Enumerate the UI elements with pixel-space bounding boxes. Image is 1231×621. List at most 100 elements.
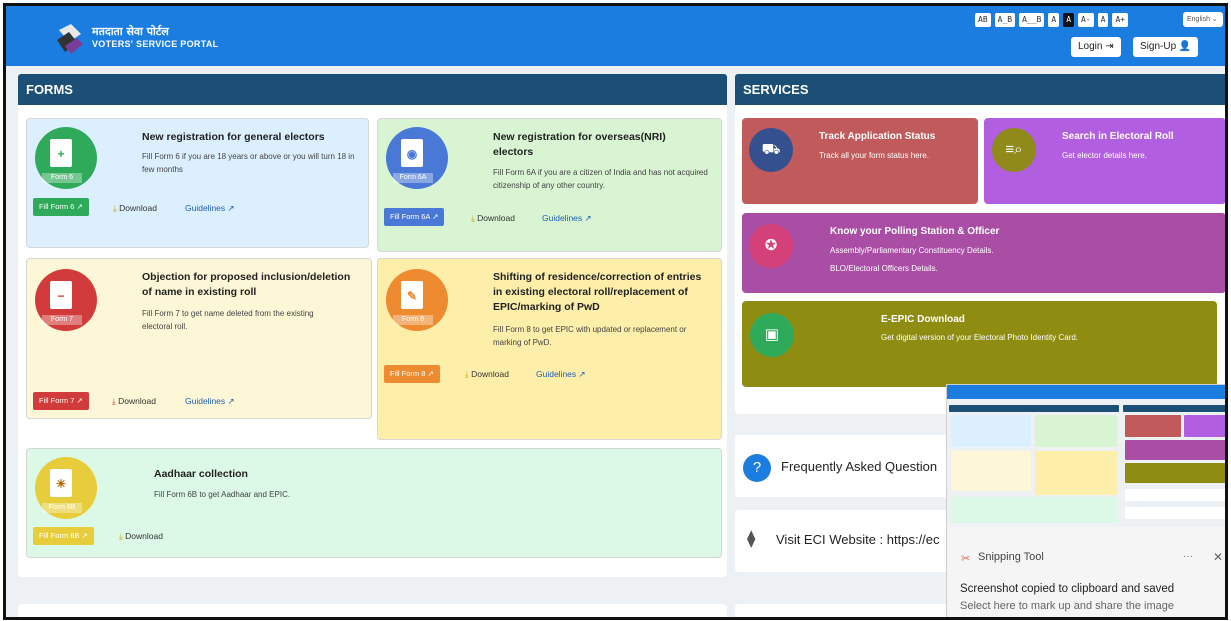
external-link-icon: ↗ xyxy=(578,369,586,379)
fill-form6b-button[interactable]: Fill Form 6B ↗ xyxy=(33,527,94,545)
form6b-download-link[interactable]: ⤓ Download xyxy=(119,531,163,542)
fill-form6-label: Fill Form 6 xyxy=(39,202,75,211)
download-icon: ⤓ xyxy=(465,369,469,379)
track-application-card[interactable]: ⛟ Track Application Status Track all you… xyxy=(742,118,978,204)
eci-logo-icon[interactable] xyxy=(51,20,87,56)
chevron-down-icon: ⌄ xyxy=(1211,16,1218,23)
form6b-download-label: Download xyxy=(125,531,163,541)
fill-form8-label: Fill Form 8 xyxy=(390,369,426,378)
search-list-icon: ≡⌕ xyxy=(992,128,1036,172)
contrast-normal-button[interactable]: A xyxy=(1048,13,1060,27)
fill-form7-button[interactable]: Fill Form 7 ↗ xyxy=(33,392,89,410)
search-roll-title: Search in Electoral Roll xyxy=(1062,131,1174,142)
track-application-desc: Track all your form status here. xyxy=(819,151,929,160)
more-options-button[interactable]: ··· xyxy=(1183,551,1193,562)
form6-guidelines-link[interactable]: Guidelines ↗ xyxy=(185,203,235,214)
form8-card: ✎ Form 8 Shifting of residence/correctio… xyxy=(377,258,722,440)
form6a-guidelines-label: Guidelines xyxy=(542,213,583,223)
snipping-tool-app-name: Snipping Tool xyxy=(978,551,1044,563)
form8-description: Fill Form 8 to get EPIC with updated or … xyxy=(493,325,687,347)
polling-station-title: Know your Polling Station & Officer xyxy=(830,226,1000,237)
form6b-tag: Form 6B xyxy=(42,503,82,513)
form8-guidelines-link[interactable]: Guidelines ↗ xyxy=(536,369,586,380)
polling-station-card[interactable]: ✪ Know your Polling Station & Officer As… xyxy=(742,213,1225,293)
user-plus-icon: 👤 xyxy=(1178,41,1192,52)
form8-guidelines-label: Guidelines xyxy=(536,369,577,379)
remove-user-document-icon: − xyxy=(50,281,72,309)
search-electoral-roll-card[interactable]: ≡⌕ Search in Electoral Roll Get elector … xyxy=(984,118,1225,204)
form6-title: New registration for general electors xyxy=(142,131,325,143)
fill-form6a-button[interactable]: Fill Form 6A ↗ xyxy=(384,208,445,226)
login-button[interactable]: Login ⇥ xyxy=(1071,37,1121,57)
contrast-high-button[interactable]: A xyxy=(1063,13,1075,27)
brand-title-hindi: मतदाता सेवा पोर्टल xyxy=(92,25,169,38)
thumb-card4 xyxy=(1035,451,1117,495)
services-section-title: SERVICES xyxy=(735,74,1225,105)
form7-card: − Form 7 Objection for proposed inclusio… xyxy=(26,258,372,419)
fill-form6b-label: Fill Form 6B xyxy=(39,531,80,540)
form8-title: Shifting of residence/correction of entr… xyxy=(493,271,702,313)
form6-description: Fill Form 6 if you are 18 years or above… xyxy=(142,152,355,174)
thumb-eci xyxy=(1125,507,1225,519)
external-link-icon: ↗ xyxy=(227,396,235,406)
download-icon: ⤓ xyxy=(471,213,475,223)
download-icon: ⤓ xyxy=(113,203,117,213)
thumb-card3 xyxy=(951,451,1031,491)
snipping-tool-icon: ✂ xyxy=(961,553,971,565)
letter-spacing-normal-button[interactable]: AB xyxy=(975,13,991,27)
truck-icon: ⛟ xyxy=(749,128,793,172)
thumb-faq xyxy=(1125,489,1225,501)
form6-download-link[interactable]: ⤓ Download xyxy=(113,203,157,214)
signup-button[interactable]: Sign-Up 👤 xyxy=(1133,37,1199,57)
external-link-icon: ↗ xyxy=(584,213,592,223)
fill-form7-label: Fill Form 7 xyxy=(39,396,75,405)
font-normal-button[interactable]: A xyxy=(1097,13,1109,27)
form7-guidelines-link[interactable]: Guidelines ↗ xyxy=(185,396,235,407)
form7-download-link[interactable]: ⤓ Download xyxy=(112,396,156,407)
shield-star-icon: ✪ xyxy=(749,224,793,268)
form6a-download-label: Download xyxy=(477,213,515,223)
font-increase-button[interactable]: A+ xyxy=(1112,13,1129,27)
thumb-services-bar xyxy=(1123,405,1225,412)
form8-download-label: Download xyxy=(471,369,509,379)
language-select[interactable]: English ⌄ xyxy=(1183,12,1223,27)
accessibility-controls: AB A_B A__B A A A- A A+ xyxy=(975,13,1129,27)
e-epic-title: E-EPIC Download xyxy=(881,314,965,325)
next-service-row xyxy=(735,604,950,617)
form7-badge: − Form 7 xyxy=(35,269,97,331)
thumb-card5 xyxy=(951,497,1117,523)
globe-document-icon: ◉ xyxy=(401,139,423,167)
snipping-tool-message: Screenshot copied to clipboard and saved xyxy=(960,583,1175,595)
form6a-card: ◉ Form 6A New registration for overseas(… xyxy=(377,118,722,252)
top-navbar: मतदाता सेवा पोर्टल VOTERS' SERVICE PORTA… xyxy=(6,6,1225,66)
form6-badge: + Form 6 xyxy=(35,127,97,189)
next-section-panel xyxy=(18,604,727,617)
form7-description: Fill Form 7 to get name deleted from the… xyxy=(142,309,314,331)
font-decrease-button[interactable]: A- xyxy=(1078,13,1094,27)
fill-form8-button[interactable]: Fill Form 8 ↗ xyxy=(384,365,440,383)
form6a-guidelines-link[interactable]: Guidelines ↗ xyxy=(542,213,592,224)
eci-website-link[interactable]: ⧫ Visit ECI Website : https://ec xyxy=(735,510,950,572)
snipping-tool-notification[interactable]: ✂ Snipping Tool ··· ✕ Screenshot copied … xyxy=(946,384,1225,617)
browser-viewport: मतदाता सेवा पोर्टल VOTERS' SERVICE PORTA… xyxy=(3,3,1228,620)
snipping-tool-submessage: Select here to mark up and share the ima… xyxy=(960,600,1175,612)
external-link-icon: ↗ xyxy=(227,203,235,213)
track-application-title: Track Application Status xyxy=(819,131,936,142)
form6a-title: New registration for overseas(NRI) elect… xyxy=(493,131,666,158)
form6-download-label: Download xyxy=(119,203,157,213)
thumb-svc1 xyxy=(1125,415,1181,437)
id-card-icon: ▣ xyxy=(750,313,794,357)
brand-title-english: VOTERS' SERVICE PORTAL xyxy=(92,39,219,49)
form8-download-link[interactable]: ⤓ Download xyxy=(465,369,509,380)
signup-label: Sign-Up xyxy=(1140,41,1177,52)
e-epic-download-card[interactable]: ▣ E-EPIC Download Get digital version of… xyxy=(742,301,1217,387)
fill-form6a-label: Fill Form 6A xyxy=(390,212,431,221)
letter-spacing-medium-button[interactable]: A_B xyxy=(994,13,1016,27)
faq-link[interactable]: ? Frequently Asked Question xyxy=(735,435,950,497)
form6a-download-link[interactable]: ⤓ Download xyxy=(471,213,515,224)
form7-tag: Form 7 xyxy=(42,315,82,325)
letter-spacing-large-button[interactable]: A__B xyxy=(1019,13,1045,27)
close-icon[interactable]: ✕ xyxy=(1213,550,1223,564)
thumb-svc2 xyxy=(1184,415,1225,437)
fill-form6-button[interactable]: Fill Form 6 ↗ xyxy=(33,198,89,216)
